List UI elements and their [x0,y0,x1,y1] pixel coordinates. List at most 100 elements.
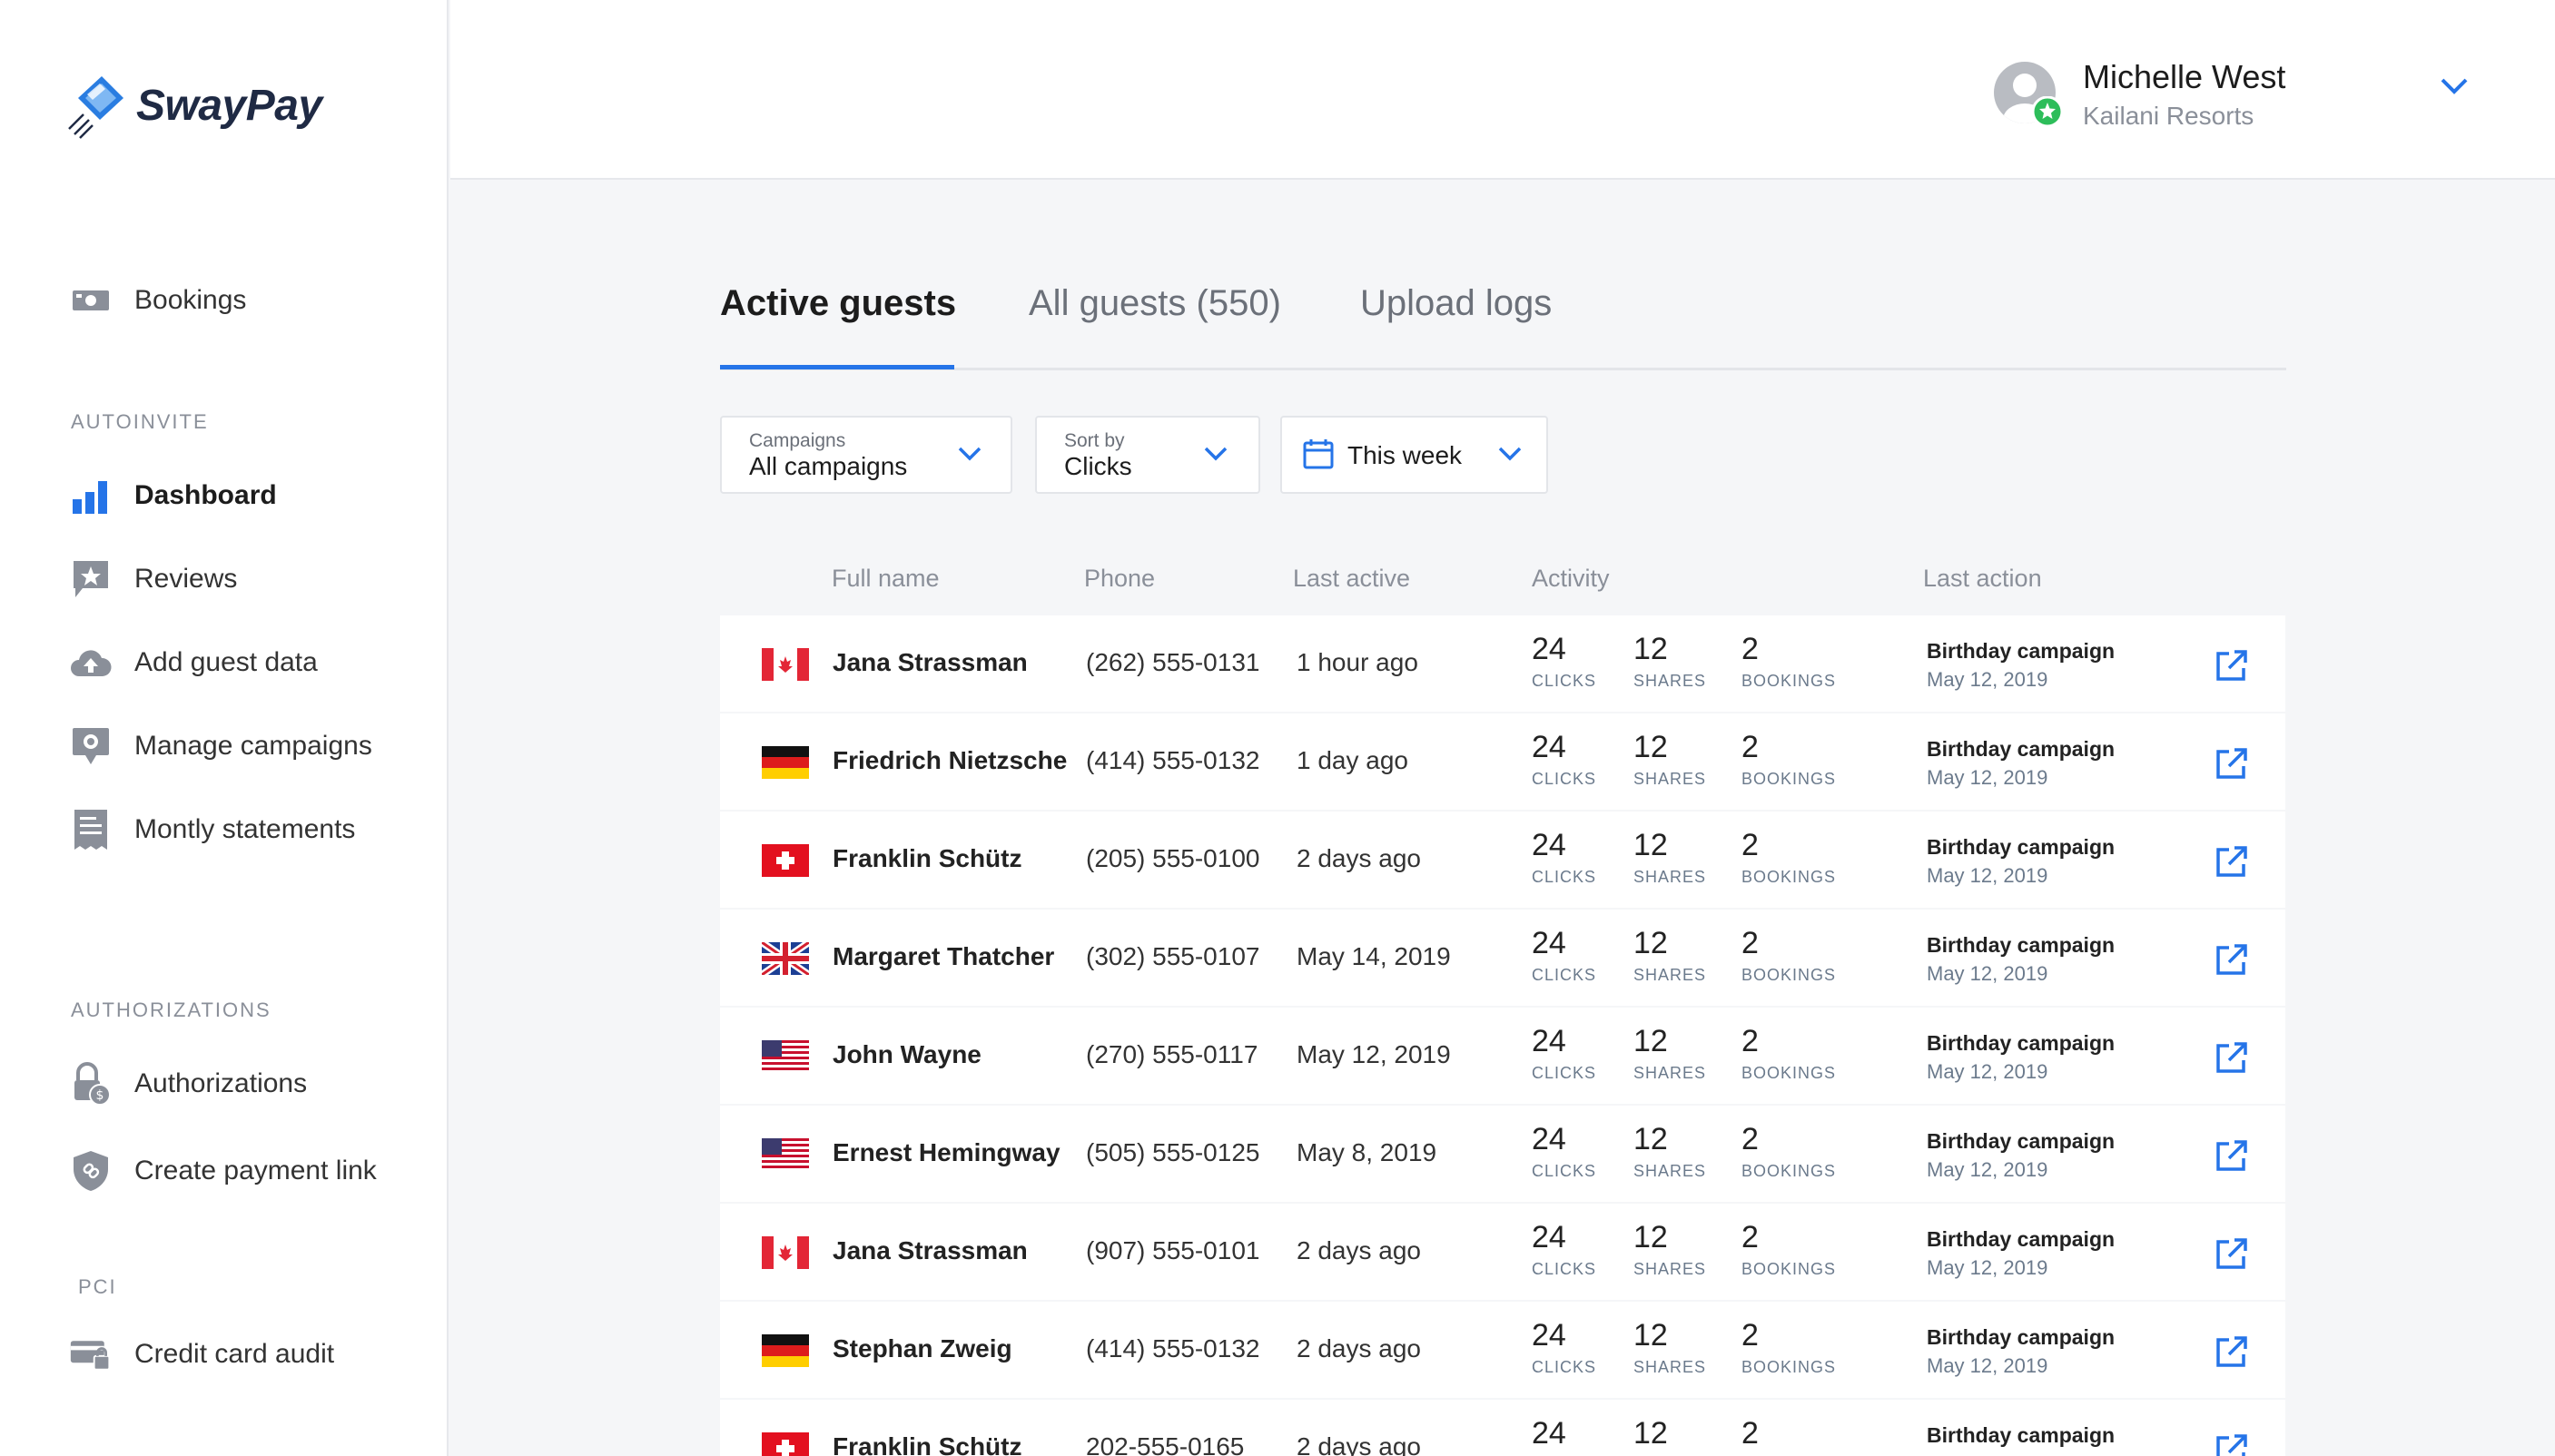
shares-count: 12 [1633,730,1668,764]
shares-caption: SHARES [1633,1260,1707,1278]
tab-active-guests[interactable]: Active guests [720,283,956,324]
bookings-metric: 2 BOOKINGS [1741,928,1836,985]
clicks-caption: CLICKS [1532,672,1597,690]
logo[interactable]: SwayPay [65,71,322,140]
clicks-metric: 24 CLICKS [1532,1124,1596,1181]
sidebar-item-bookings[interactable]: Bookings [69,275,246,326]
last-action-date: May 12, 2019 [1927,864,2048,887]
bookings-metric: 2 BOOKINGS [1741,634,1836,691]
bookings-count: 2 [1741,730,1759,764]
last-action-title: Birthday campaign [1927,1325,2116,1349]
guest-phone: (414) 555-0132 [1086,1334,1260,1363]
external-link-icon[interactable] [2213,942,2249,983]
bookings-metric: 2 BOOKINGS [1741,1124,1836,1181]
campaigns-dropdown[interactable]: Campaigns All campaigns [720,416,1012,494]
column-header-last-action[interactable]: Last action [1923,565,2042,593]
sidebar-item-add-guest-data[interactable]: Add guest data [69,637,318,688]
last-action-date: May 12, 2019 [1927,1354,2048,1377]
shares-metric: 12 SHARES [1633,1418,1706,1456]
external-link-icon[interactable] [2213,1236,2249,1277]
column-header-last-active[interactable]: Last active [1293,565,1410,593]
flag-ca-icon [762,1236,809,1269]
chevron-down-icon[interactable] [2439,76,2470,101]
guest-name: Ernest Hemingway [833,1138,1060,1166]
external-link-icon[interactable] [2213,844,2249,885]
external-link-icon[interactable] [2213,1432,2249,1456]
sidebar-item-create-payment-link[interactable]: Create payment link [69,1146,377,1196]
date-range-dropdown[interactable]: This week [1280,416,1548,494]
sidebar-item-monthly-statements[interactable]: Montly statements [69,804,355,855]
swaypay-logo-icon [65,71,129,140]
guest-phone: (505) 555-0125 [1086,1138,1260,1166]
column-header-phone[interactable]: Phone [1084,565,1155,593]
bookings-caption: BOOKINGS [1741,1260,1837,1278]
sidebar-item-label: Dashboard [134,480,277,510]
table-row[interactable]: Jana Strassman (907) 555-0101 2 days ago… [720,1204,2285,1300]
guest-name: Friedrich Nietzsche [833,746,1068,774]
sidebar-item-manage-campaigns[interactable]: Manage campaigns [69,721,372,772]
clicks-metric: 24 CLICKS [1532,830,1596,887]
guest-phone: (302) 555-0107 [1086,942,1260,970]
table-row[interactable]: Franklin Schütz 202-555-0165 2 days ago … [720,1400,2285,1456]
chevron-down-icon [956,445,983,467]
last-action-title: Birthday campaign [1927,1031,2116,1055]
column-header-name[interactable]: Full name [832,565,940,593]
tab-all-guests[interactable]: All guests (550) [1029,283,1281,324]
external-link-icon[interactable] [2213,1334,2249,1375]
campaigns-value: All campaigns [749,452,908,480]
bookings-metric: 2 BOOKINGS [1741,1418,1836,1456]
sidebar-item-credit-card-audit[interactable]: Credit card audit [69,1329,334,1380]
table-row[interactable]: John Wayne (270) 555-0117 May 12, 2019 2… [720,1008,2285,1104]
column-header-activity[interactable]: Activity [1532,565,1610,593]
table-row[interactable]: Ernest Hemingway (505) 555-0125 May 8, 2… [720,1106,2285,1202]
bookings-caption: BOOKINGS [1741,868,1837,886]
table-row[interactable]: Margaret Thatcher (302) 555-0107 May 14,… [720,910,2285,1006]
lock-dollar-icon: $ [69,1062,113,1106]
guest-name: Jana Strassman [833,648,1028,676]
clicks-caption: CLICKS [1532,1162,1597,1180]
flag-ch-icon [762,844,809,877]
external-link-icon[interactable] [2213,648,2249,689]
card-lock-icon [69,1333,113,1376]
tab-upload-logs[interactable]: Upload logs [1360,283,1552,324]
guest-phone: (205) 555-0100 [1086,844,1260,872]
sidebar-item-reviews[interactable]: Reviews [69,554,237,605]
guest-last-active: 2 days ago [1297,1334,1421,1363]
user-menu[interactable]: Michelle West Kailani Resorts [1994,58,2285,131]
table-row[interactable]: Friedrich Nietzsche (414) 555-0132 1 day… [720,713,2285,810]
guest-last-active: May 12, 2019 [1297,1040,1451,1068]
sidebar-item-authorizations[interactable]: $ Authorizations [69,1058,307,1109]
shares-metric: 12 SHARES [1633,1026,1706,1083]
bookings-count: 2 [1741,632,1759,666]
clicks-metric: 24 CLICKS [1532,1320,1596,1377]
table-row[interactable]: Stephan Zweig (414) 555-0132 2 days ago … [720,1302,2285,1398]
last-action-date: May 12, 2019 [1927,1158,2048,1181]
clicks-caption: CLICKS [1532,1358,1597,1376]
clicks-caption: CLICKS [1532,1260,1597,1278]
external-link-icon[interactable] [2213,746,2249,787]
shares-caption: SHARES [1633,868,1707,886]
guest-phone: (907) 555-0101 [1086,1236,1260,1264]
table-row[interactable]: Jana Strassman (262) 555-0131 1 hour ago… [720,615,2285,712]
bookings-metric: 2 BOOKINGS [1741,732,1836,789]
table-row[interactable]: Franklin Schütz (205) 555-0100 2 days ag… [720,812,2285,908]
bookings-count: 2 [1741,1416,1759,1451]
clicks-count: 24 [1532,1416,1566,1451]
verified-badge-icon [2032,96,2063,127]
bookings-caption: BOOKINGS [1741,672,1837,690]
sidebar-item-dashboard[interactable]: Dashboard [69,470,277,521]
sidebar-item-label: Bookings [134,285,247,315]
shares-metric: 12 SHARES [1633,1222,1706,1279]
bookings-count: 2 [1741,1220,1759,1254]
sort-by-dropdown[interactable]: Sort by Clicks [1035,416,1260,494]
sidebar: SwayPay Bookings AUTOINVITE Dashboard Re… [0,0,449,1456]
clicks-count: 24 [1532,1122,1566,1156]
flag-us-icon [762,1138,809,1171]
external-link-icon[interactable] [2213,1040,2249,1081]
campaign-settings-icon [69,724,113,768]
guest-last-active: May 14, 2019 [1297,942,1451,970]
external-link-icon[interactable] [2213,1138,2249,1179]
shares-count: 12 [1633,828,1668,862]
guest-last-active: 2 days ago [1297,1236,1421,1264]
shares-count: 12 [1633,1024,1668,1058]
